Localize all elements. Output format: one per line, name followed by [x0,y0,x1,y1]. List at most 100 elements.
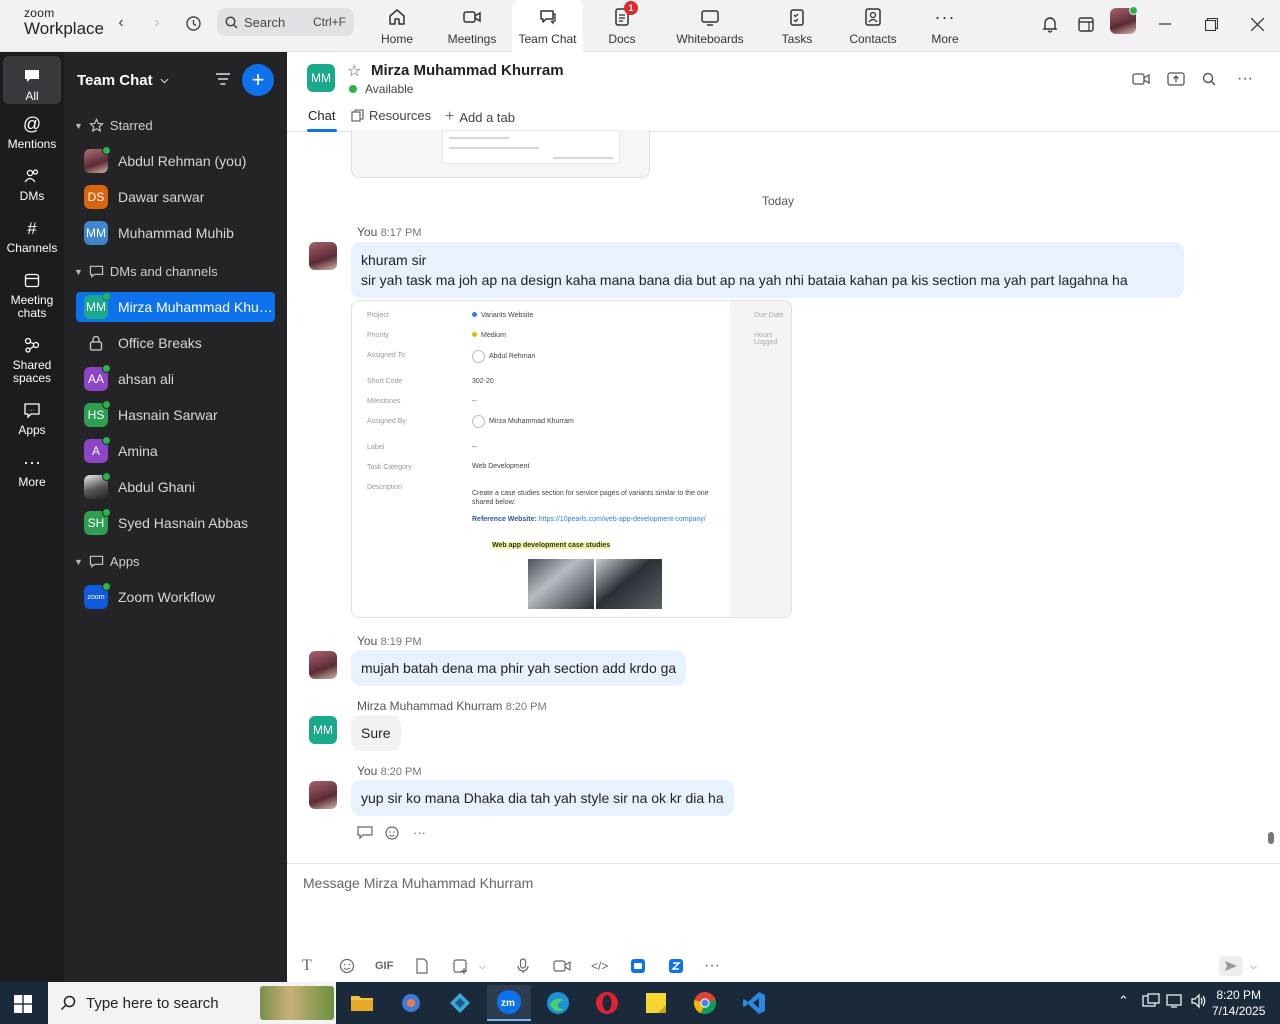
taskbar-clock[interactable]: 8:20 PM 7/14/2025 [1212,987,1265,1019]
apps-icon: ··· [22,400,42,420]
sidebar-item-dawar-sarwar[interactable]: DS Dawar sarwar [76,182,275,212]
rail-mentions[interactable]: @ Mentions [3,114,61,151]
message-bubble[interactable]: Sure [351,715,401,751]
chat-scrollbar[interactable] [1267,132,1275,847]
message-bubble[interactable]: mujah batah dena ma phir yah section add… [351,650,687,686]
rail-all[interactable]: All [3,56,61,104]
add-reaction-icon[interactable] [385,825,401,844]
section-starred[interactable]: ▼ Starred [74,118,153,133]
top-bar: zoom Workplace ‹ › Search Ctrl+F Home Me… [0,0,1280,52]
gif-button[interactable]: GIF [375,956,393,976]
message-input[interactable]: Message Mirza Muhammad Khurram [303,875,533,891]
zoom-app-icon[interactable]: zm [487,985,531,1021]
app-shortcut-icon[interactable] [668,956,684,976]
task-screenshot-attachment[interactable]: Project Variants Website Priority Medium… [351,300,792,618]
network-tray-icon[interactable] [1142,993,1160,1012]
sidebar-item-mirza-khurram[interactable]: MM Mirza Muhammad Khurram [76,292,275,322]
send-options-chevron-icon[interactable]: ⌵ [1250,956,1257,976]
emoji-icon[interactable] [339,956,355,976]
app-diamond-icon[interactable] [438,985,482,1021]
field-label: Assigned To [367,352,406,359]
sidebar-item-ahsan-ali[interactable]: AA ahsan ali [76,364,275,394]
tab-home[interactable]: Home [365,0,429,52]
sidebar-item-amina[interactable]: A Amina [76,436,275,466]
sidebar-item-abdul-rehman[interactable]: Abdul Rehman (you) [76,146,275,176]
scroll-thumb[interactable] [1268,832,1274,844]
tab-docs[interactable]: 1 Docs [596,0,648,52]
app-shortcut-icon[interactable] [630,956,646,976]
search-icon[interactable] [1198,68,1220,90]
chat-contact-name[interactable]: Mirza Muhammad Khurram [371,62,564,79]
rail-apps[interactable]: ··· Apps [3,400,61,437]
add-tab-button[interactable]: + Add a tab [445,108,515,126]
video-message-icon[interactable] [553,956,571,976]
previous-attachment-preview[interactable] [351,130,650,178]
code-snippet-icon[interactable]: </> [591,956,608,976]
tab-meetings[interactable]: Meetings [437,0,507,52]
clock-time: 8:20 PM [1216,988,1262,1002]
chevron-down-icon[interactable]: ⌵ [479,956,486,976]
sidebar-item-syed-hasnain-abbas[interactable]: SH Syed Hasnain Abbas [76,508,275,538]
more-options-icon[interactable]: ··· [1234,68,1256,90]
tab-contacts[interactable]: Contacts [845,0,901,52]
tab-tasks[interactable]: Tasks [773,0,821,52]
video-call-icon[interactable] [1130,68,1152,90]
share-screen-icon[interactable] [1165,68,1187,90]
reply-icon[interactable] [357,825,373,844]
microphone-icon[interactable] [517,956,529,976]
snipping-tool-icon[interactable] [389,985,433,1021]
section-apps[interactable]: ▼ Apps [74,554,140,569]
more-tools-icon[interactable]: ··· [704,956,720,976]
message-bubble[interactable]: yup sir ko mana Dhaka dia tah yah style … [351,780,734,816]
format-text-icon[interactable]: T [302,956,312,976]
section-dms-channels[interactable]: ▼ DMs and channels [74,264,218,279]
send-icon[interactable] [1219,956,1243,976]
screenshot-icon[interactable] [452,956,468,976]
forward-arrow-icon[interactable]: › [146,12,168,34]
volume-tray-icon[interactable] [1190,993,1208,1012]
sidebar-item-office-breaks[interactable]: Office Breaks [76,328,275,358]
rail-shared-spaces[interactable]: Shared spaces [3,335,61,385]
message-bubble[interactable]: khuram sir sir yah task ma joh ap na des… [351,242,1184,298]
history-icon[interactable] [182,12,204,34]
tab-resources[interactable]: Resources [351,108,431,123]
bell-icon[interactable] [1038,12,1062,36]
restore-icon[interactable] [1199,12,1223,36]
tab-more[interactable]: ··· More [925,0,965,52]
back-arrow-icon[interactable]: ‹ [110,12,132,34]
taskbar-search[interactable]: Type here to search [48,982,336,1024]
tab-chat[interactable]: Chat [308,108,335,123]
opera-browser-icon[interactable] [585,985,629,1021]
filter-icon[interactable] [214,70,234,90]
new-chat-button[interactable]: + [242,64,274,96]
sidebar-title[interactable]: Team Chat ⌵ [77,72,168,89]
tab-whiteboards[interactable]: Whiteboards [670,0,750,52]
rail-dms[interactable]: DMs [3,166,61,203]
calendar-panel-icon[interactable] [1074,12,1098,36]
tab-team-chat[interactable]: Team Chat [512,0,583,52]
sidebar-item-zoom-workflow[interactable]: zoom Zoom Workflow [76,582,275,612]
sidebar-item-muhammad-muhib[interactable]: MM Muhammad Muhib [76,218,275,248]
more-actions-icon[interactable]: ··· [413,825,426,844]
minimize-icon[interactable] [1153,12,1177,36]
search-shortcut: Ctrl+F [313,15,346,29]
sticky-notes-icon[interactable] [634,985,678,1021]
star-icon[interactable]: ☆ [347,61,361,81]
search-box[interactable]: Search Ctrl+F [217,8,354,36]
team-chat-sidebar: Team Chat ⌵ + ▼ Starred Abdul Rehman (yo… [64,52,287,982]
file-icon[interactable] [415,956,429,976]
wifi-tray-icon[interactable] [1166,993,1184,1012]
rail-meeting-chats[interactable]: Meeting chats [3,270,61,320]
file-explorer-icon[interactable] [340,985,384,1021]
sidebar-item-abdul-ghani[interactable]: Abdul Ghani [76,472,275,502]
tray-chevron-icon[interactable]: ⌃ [1118,993,1129,1009]
close-icon[interactable] [1245,12,1269,36]
edge-browser-icon[interactable] [536,985,580,1021]
vscode-icon[interactable] [732,985,776,1021]
chrome-browser-icon[interactable] [683,985,727,1021]
profile-avatar[interactable] [1110,6,1138,34]
windows-start-icon[interactable] [14,995,32,1013]
sidebar-item-hasnain-sarwar[interactable]: HS Hasnain Sarwar [76,400,275,430]
rail-more[interactable]: ··· More [3,452,61,489]
rail-channels[interactable]: # Channels [3,218,61,255]
